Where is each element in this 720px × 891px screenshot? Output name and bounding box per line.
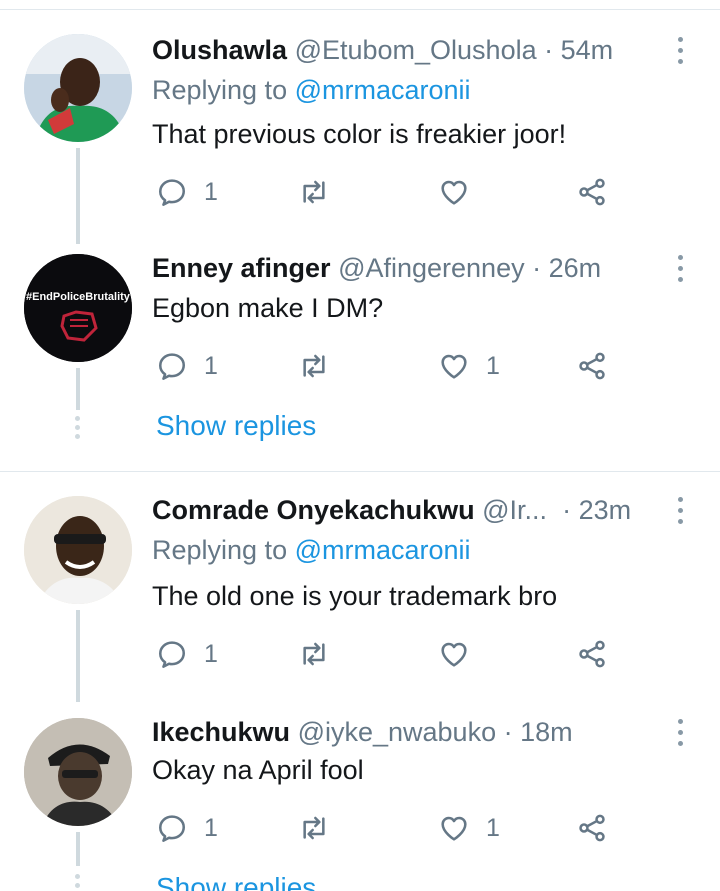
- share-button[interactable]: [576, 634, 608, 674]
- tweet-header: Ikechukwu @iyke_nwabuko · 18m: [152, 712, 573, 752]
- avatar[interactable]: [24, 34, 132, 142]
- avatar-photo-icon: [24, 496, 132, 604]
- action-bar: 1: [152, 634, 672, 674]
- more-icon[interactable]: [668, 252, 692, 284]
- avatar[interactable]: [24, 718, 132, 826]
- display-name[interactable]: Enney afinger: [152, 253, 331, 283]
- action-bar: 1 1: [152, 808, 672, 848]
- like-icon: [441, 816, 467, 841]
- handle[interactable]: @iyke_nwabuko: [298, 717, 497, 747]
- avatar[interactable]: #EndPoliceBrutality: [24, 254, 132, 362]
- more-icon[interactable]: [668, 494, 692, 526]
- tweet-header: Olushawla @Etubom_Olushola · 54m: [152, 30, 613, 70]
- like-count: 1: [486, 813, 500, 842]
- timestamp[interactable]: 26m: [549, 253, 602, 283]
- tweet-header: Enney afinger @Afingerenney · 26m: [152, 248, 601, 288]
- reply-button[interactable]: 1: [156, 808, 218, 848]
- reply-count: 1: [204, 351, 218, 380]
- replying-to-label: Replying to: [152, 75, 288, 105]
- display-name[interactable]: Olushawla: [152, 35, 287, 65]
- separator: ·: [554, 495, 572, 525]
- replying-to: Replying to @mrmacaronii: [152, 72, 471, 108]
- tweet-ikechukwu[interactable]: Ikechukwu @iyke_nwabuko · 18m Okay na Ap…: [0, 712, 720, 891]
- like-button[interactable]: [438, 634, 470, 674]
- share-icon: [579, 640, 605, 668]
- timestamp[interactable]: 23m: [579, 495, 632, 525]
- share-button[interactable]: [576, 346, 608, 386]
- avatar-photo-icon: #EndPoliceBrutality: [24, 254, 132, 362]
- show-replies-link[interactable]: Show replies: [156, 872, 316, 891]
- share-icon: [579, 352, 605, 380]
- show-replies-link[interactable]: Show replies: [156, 410, 316, 442]
- retweet-icon: [303, 354, 325, 378]
- reply-count: 1: [204, 177, 218, 206]
- timestamp[interactable]: 54m: [561, 35, 614, 65]
- display-name[interactable]: Comrade Onyekachukwu: [152, 495, 475, 525]
- avatar-photo-icon: [24, 34, 132, 142]
- more-icon[interactable]: [668, 34, 692, 66]
- tweet-text: The old one is your trademark bro: [152, 581, 558, 611]
- like-icon: [441, 642, 467, 667]
- like-button[interactable]: 1: [438, 808, 500, 848]
- display-name[interactable]: Ikechukwu: [152, 717, 290, 747]
- tweet-comrade-onyekachukwu[interactable]: Comrade Onyekachukwu @Ir... · 23m Replyi…: [0, 490, 720, 702]
- like-icon: [441, 354, 467, 379]
- handle[interactable]: @Afingerenney: [338, 253, 525, 283]
- retweet-button[interactable]: [298, 346, 330, 386]
- reply-icon: [159, 815, 186, 842]
- tweet-text: Egbon make I DM?: [152, 293, 384, 323]
- action-bar: 1: [152, 172, 672, 212]
- action-bar: 1 1: [152, 346, 672, 386]
- retweet-button[interactable]: [298, 808, 330, 848]
- avatar[interactable]: [24, 496, 132, 604]
- separator: ·: [532, 253, 542, 283]
- avatar-photo-icon: [24, 718, 132, 826]
- reply-icon: [159, 641, 186, 668]
- tweet-text: Okay na April fool: [152, 755, 364, 785]
- tweet-olushawla[interactable]: Olushawla @Etubom_Olushola · 54m Replyin…: [0, 30, 720, 244]
- separator: ·: [544, 35, 554, 65]
- retweet-button[interactable]: [298, 172, 330, 212]
- reply-button[interactable]: 1: [156, 172, 218, 212]
- separator: ·: [503, 717, 513, 747]
- like-button[interactable]: 1: [438, 346, 500, 386]
- top-divider: [0, 9, 720, 10]
- handle[interactable]: @Ir...: [482, 495, 547, 525]
- timestamp[interactable]: 18m: [520, 717, 573, 747]
- thread-dots: [75, 874, 81, 891]
- reply-button[interactable]: 1: [156, 634, 218, 674]
- avatar-text: #EndPoliceBrutality: [26, 291, 131, 303]
- retweet-icon: [303, 180, 325, 204]
- thread-line: [76, 610, 80, 702]
- thread-dots: [75, 416, 81, 443]
- like-icon: [441, 180, 467, 205]
- handle[interactable]: @Etubom_Olushola: [295, 35, 537, 65]
- thread-divider: [0, 471, 720, 472]
- share-button[interactable]: [576, 172, 608, 212]
- retweet-icon: [303, 816, 325, 840]
- reply-icon: [159, 353, 186, 380]
- retweet-icon: [303, 642, 325, 666]
- retweet-button[interactable]: [298, 634, 330, 674]
- replying-to-label: Replying to: [152, 535, 288, 565]
- tweet-enney-afinger[interactable]: #EndPoliceBrutality Enney afinger @Afing…: [0, 248, 720, 448]
- tweet-header: Comrade Onyekachukwu @Ir... · 23m: [152, 490, 631, 530]
- replying-to: Replying to @mrmacaronii: [152, 532, 471, 568]
- reply-button[interactable]: 1: [156, 346, 218, 386]
- reply-icon: [159, 179, 186, 206]
- like-count: 1: [486, 351, 500, 380]
- thread-line: [76, 832, 80, 866]
- tweet-text: That previous color is freakier joor!: [152, 119, 567, 149]
- share-button[interactable]: [576, 808, 608, 848]
- more-icon[interactable]: [668, 716, 692, 748]
- like-button[interactable]: [438, 172, 470, 212]
- share-icon: [579, 178, 605, 206]
- share-icon: [579, 814, 605, 842]
- thread-line: [76, 368, 80, 410]
- reply-count: 1: [204, 639, 218, 668]
- replying-to-handle[interactable]: @mrmacaronii: [295, 535, 471, 565]
- reply-count: 1: [204, 813, 218, 842]
- replying-to-handle[interactable]: @mrmacaronii: [295, 75, 471, 105]
- thread-line: [76, 148, 80, 244]
